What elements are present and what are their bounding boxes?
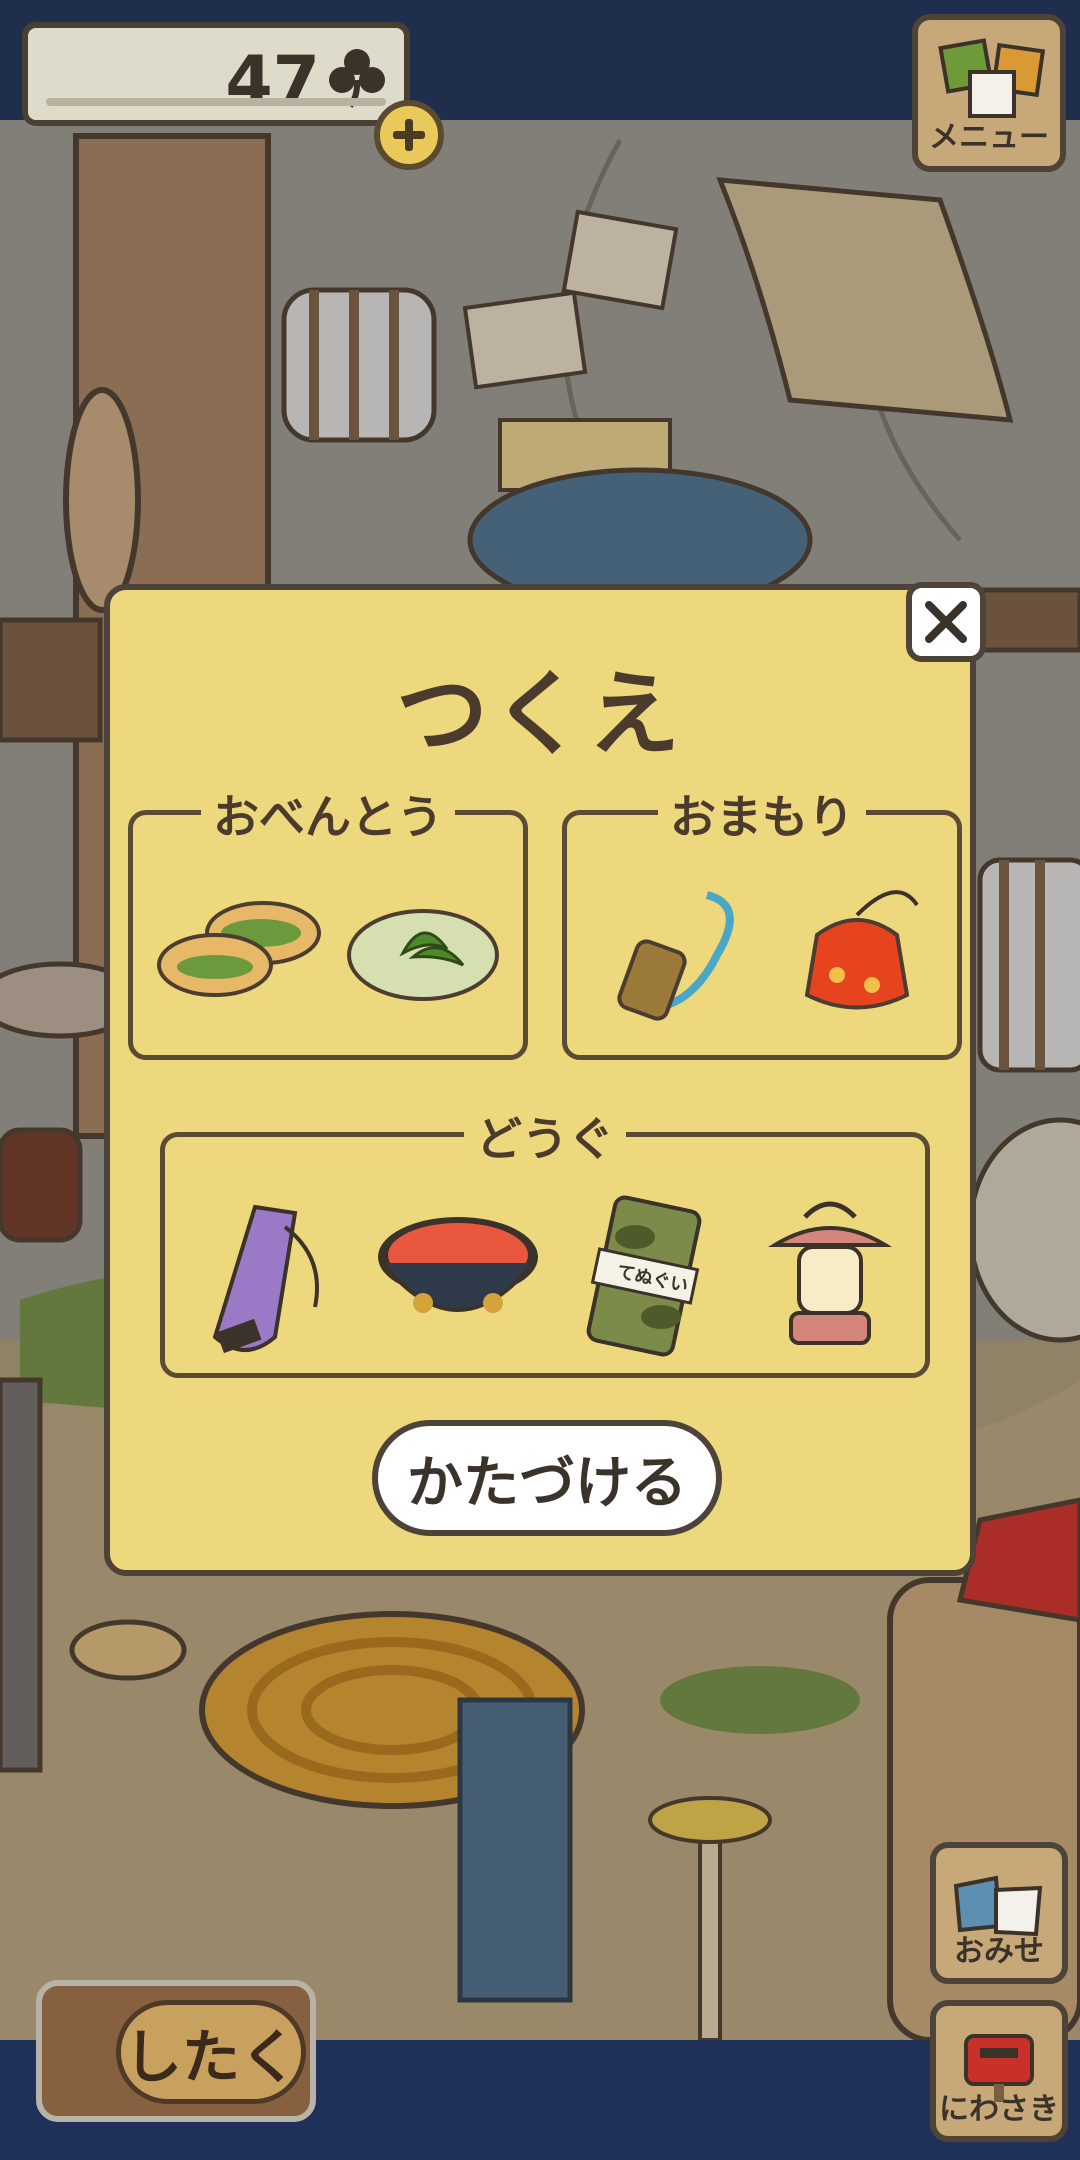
counter-underline xyxy=(46,98,386,106)
tidy-up-button[interactable]: かたづける xyxy=(372,1420,722,1536)
lunch-group: おべんとう xyxy=(128,781,528,1060)
add-clover-button[interactable] xyxy=(374,100,444,170)
garden-button[interactable]: にわさき xyxy=(930,2000,1068,2142)
bell-charm-icon[interactable] xyxy=(597,875,757,1025)
close-icon xyxy=(925,601,967,643)
shop-button[interactable]: おみせ xyxy=(930,1842,1068,1984)
prepare-label: したく xyxy=(116,2000,306,2104)
menu-label: メニュー xyxy=(929,120,1049,155)
dialog-title: つくえ xyxy=(395,661,684,768)
clover-counter: 47 xyxy=(22,22,410,126)
close-button[interactable] xyxy=(906,582,986,662)
prepare-button[interactable]: したく xyxy=(36,1980,316,2122)
charm-group: おまもり xyxy=(562,781,962,1060)
lunch-label: おべんとう xyxy=(201,781,455,847)
lantern-icon[interactable] xyxy=(755,1187,905,1363)
charm-label: おまもり xyxy=(658,781,866,847)
plus-icon xyxy=(393,119,425,151)
purple-bag-icon[interactable] xyxy=(185,1187,345,1363)
bread-sandwich-icon[interactable] xyxy=(153,895,323,1005)
garden-label: にわさき xyxy=(939,2092,1059,2127)
camo-tenugui-icon[interactable]: てぬぐい xyxy=(565,1187,725,1363)
shop-label: おみせ xyxy=(954,1934,1044,1969)
tools-label: どうぐ xyxy=(464,1103,626,1169)
clover-count: 47 xyxy=(225,42,320,121)
desk-dialog: つくえ おべんとう おまもり どうぐ てぬぐい かたづける xyxy=(104,582,986,1576)
red-bowl-icon[interactable] xyxy=(373,1207,543,1337)
red-pouch-charm-icon[interactable] xyxy=(777,865,937,1025)
tools-group: どうぐ てぬぐい xyxy=(160,1103,930,1378)
herb-pancake-icon[interactable] xyxy=(343,895,503,1005)
menu-button[interactable]: メニュー xyxy=(912,14,1066,172)
